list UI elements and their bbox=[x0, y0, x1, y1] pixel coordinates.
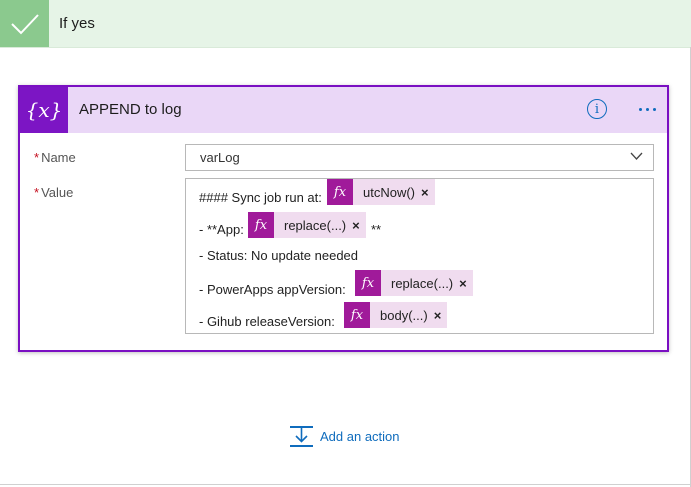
variable-icon: {x} bbox=[20, 87, 68, 133]
fx-icon: fx bbox=[327, 179, 353, 205]
add-action-button[interactable]: Add an action bbox=[290, 424, 400, 448]
fx-icon: fx bbox=[248, 212, 274, 238]
dynamic-content-token[interactable]: fx replace(...) × bbox=[355, 270, 473, 296]
name-label: * Name bbox=[34, 150, 76, 165]
token-label: body(...) bbox=[380, 307, 428, 323]
value-label: * Value bbox=[34, 185, 74, 200]
action-card-header[interactable]: {x} APPEND to log i bbox=[20, 87, 667, 133]
dynamic-content-token[interactable]: fx utcNow() × bbox=[327, 179, 435, 205]
value-line-2-suffix: ** bbox=[371, 222, 382, 237]
chevron-down-icon bbox=[630, 152, 643, 160]
token-label: utcNow() bbox=[363, 184, 416, 200]
value-line-2-text: - **App: bbox=[199, 222, 244, 237]
value-line-1-text: #### Sync job run at: bbox=[199, 190, 322, 205]
branch-title: If yes bbox=[59, 15, 95, 32]
token-label: replace(...) bbox=[284, 217, 347, 233]
add-action-icon bbox=[290, 425, 313, 447]
close-icon[interactable]: × bbox=[352, 218, 366, 233]
name-value: varLog bbox=[200, 150, 240, 165]
close-icon[interactable]: × bbox=[434, 308, 448, 323]
fx-icon: fx bbox=[344, 302, 370, 328]
info-icon[interactable]: i bbox=[587, 99, 607, 119]
condition-branch-header[interactable]: If yes bbox=[0, 0, 691, 48]
canvas-bottom-border bbox=[0, 484, 691, 485]
value-line-5-text: - Gihub releaseVersion: bbox=[199, 314, 335, 329]
dynamic-content-token[interactable]: fx replace(...) × bbox=[248, 212, 366, 238]
more-options-icon[interactable] bbox=[632, 96, 662, 122]
value-line-4-text: - PowerApps appVersion: bbox=[199, 282, 346, 297]
action-card: {x} APPEND to log i * Name varLog * Value … bbox=[18, 85, 669, 352]
add-action-label: Add an action bbox=[320, 428, 400, 444]
value-input[interactable]: #### Sync job run at: fx utcNow() × - **… bbox=[185, 178, 654, 334]
dynamic-content-token[interactable]: fx body(...) × bbox=[344, 302, 448, 328]
name-dropdown[interactable]: varLog bbox=[185, 144, 654, 171]
token-label: replace(...) bbox=[391, 275, 454, 291]
fx-icon: fx bbox=[355, 270, 381, 296]
close-icon[interactable]: × bbox=[421, 185, 435, 200]
action-title[interactable]: APPEND to log bbox=[79, 87, 182, 133]
close-icon[interactable]: × bbox=[459, 276, 473, 291]
checkmark-icon bbox=[0, 0, 49, 47]
value-line-3-text: - Status: No update needed bbox=[199, 248, 359, 263]
